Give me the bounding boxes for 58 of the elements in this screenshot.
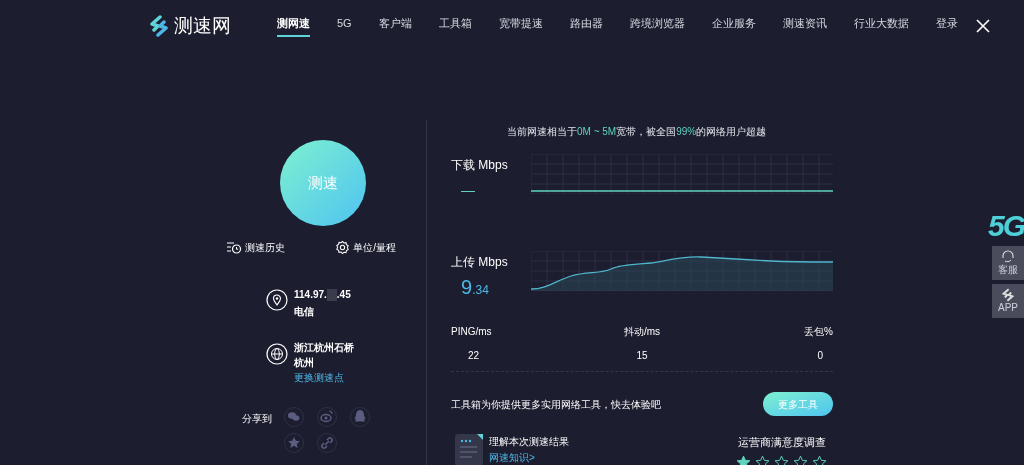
survey-title: 运营商满意度调查	[737, 435, 826, 450]
settings-icon	[335, 240, 351, 255]
nav-link[interactable]: 宽带提速	[498, 15, 543, 37]
download-label: 下载 Mbps	[451, 157, 509, 174]
logo-icon	[148, 15, 170, 37]
nav-link[interactable]: 工具箱	[438, 15, 472, 37]
isp-text: 电信	[294, 305, 315, 319]
upload-label: 上传 Mbps	[451, 254, 509, 271]
rating-star[interactable]	[793, 454, 808, 465]
history-icon	[226, 241, 242, 254]
stat-label: 丢包%	[804, 325, 833, 339]
nav-link[interactable]: 行业大数据	[853, 15, 909, 37]
globe-icon	[266, 343, 288, 365]
location-icon	[266, 289, 288, 311]
nav-link[interactable]: 测网速	[277, 15, 310, 37]
units-link[interactable]: 单位/量程	[335, 240, 396, 255]
nav-link[interactable]: 客户端	[378, 15, 412, 37]
nav-link[interactable]: 路由器	[569, 15, 603, 37]
rating-star[interactable]	[736, 454, 751, 465]
document-icon	[455, 434, 483, 465]
badge-5g: 5G	[987, 210, 1024, 242]
link-icon[interactable]	[317, 433, 337, 453]
stat-label: 抖动/ms	[623, 325, 661, 339]
nav-link[interactable]: 跨境浏览器	[629, 15, 685, 37]
logo-icon	[1001, 288, 1015, 302]
history-link[interactable]: 测速历史	[226, 240, 285, 255]
side-button[interactable]: APP	[992, 284, 1024, 318]
upload-value: 9.34	[461, 275, 490, 300]
masked-area	[326, 288, 337, 301]
logo-text: 测速网	[174, 13, 231, 38]
side-button[interactable]: 客服	[992, 246, 1024, 280]
nav-link[interactable]: 5G	[337, 15, 352, 37]
ip-text: 114.97.	[294, 288, 327, 302]
nav-link[interactable]: 测速资讯	[782, 15, 827, 37]
penguin-icon[interactable]	[350, 407, 370, 427]
stat-value: 0	[817, 349, 823, 363]
share-label: 分享到	[242, 412, 273, 426]
download-value: —	[461, 181, 476, 200]
chat-bubbles-icon[interactable]	[284, 407, 304, 427]
stat-value: 22	[468, 349, 480, 363]
stat-label: PING/ms	[451, 325, 492, 339]
summary-text: 当前网速相当于0M ~ 5M宽带，被全国99%的网络用户超越	[507, 125, 768, 139]
knowledge-link[interactable]: 网速知识>	[489, 450, 569, 465]
server-location: 浙江杭州石桥	[294, 341, 354, 355]
tools-promo-text: 工具箱为你提供更多实用网络工具，快去体验吧	[451, 397, 661, 412]
rating-star[interactable]	[774, 454, 789, 465]
ip-text: .45	[336, 288, 351, 302]
nav-link[interactable]: 企业服务	[711, 15, 756, 37]
change-server-link[interactable]: 更换测速点	[294, 370, 354, 385]
close-icon[interactable]	[975, 19, 990, 33]
server-city: 杭州	[294, 356, 315, 370]
rating-star[interactable]	[812, 454, 827, 465]
nav-link[interactable]: 登录	[935, 15, 958, 37]
rating-star[interactable]	[755, 454, 770, 465]
knowledge-title: 理解本次测速结果	[489, 435, 569, 449]
headset-icon	[1001, 250, 1015, 264]
eye-swirl-icon[interactable]	[317, 407, 337, 427]
stat-value: 15	[636, 349, 648, 363]
